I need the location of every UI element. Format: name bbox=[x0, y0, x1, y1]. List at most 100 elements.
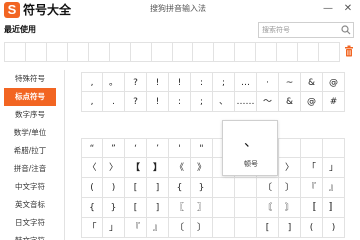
symbol-cell[interactable]: 、 bbox=[213, 92, 235, 112]
symbol-cell[interactable]: 。 bbox=[103, 72, 125, 92]
recent-slot[interactable] bbox=[214, 43, 236, 61]
symbol-cell[interactable]: 〕 bbox=[279, 178, 301, 198]
category-item-active[interactable]: 标点符号 bbox=[4, 88, 56, 106]
symbol-cell[interactable]: ) bbox=[323, 218, 345, 238]
recent-slot[interactable] bbox=[110, 43, 131, 61]
symbol-cell[interactable] bbox=[323, 138, 345, 158]
recent-slot[interactable] bbox=[26, 43, 47, 61]
symbol-cell[interactable]: { bbox=[81, 198, 103, 218]
symbol-cell[interactable]: ‘ bbox=[125, 138, 147, 158]
close-button[interactable]: ✕ bbox=[342, 3, 354, 15]
symbol-cell[interactable]: 〔 bbox=[169, 218, 191, 238]
recent-slot[interactable] bbox=[47, 43, 68, 61]
symbol-cell[interactable]: 〔 bbox=[257, 178, 279, 198]
symbol-cell[interactable]: @ bbox=[323, 72, 345, 92]
category-item[interactable]: 英文音标 bbox=[4, 196, 56, 214]
search-box[interactable] bbox=[258, 22, 354, 38]
symbol-cell[interactable]: 」 bbox=[323, 158, 345, 178]
search-input[interactable] bbox=[259, 23, 339, 37]
symbol-cell[interactable]: 《 bbox=[169, 158, 191, 178]
symbol-cell[interactable]: & bbox=[279, 92, 301, 112]
symbol-cell[interactable]: 』 bbox=[147, 218, 169, 238]
trash-icon[interactable] bbox=[344, 45, 354, 57]
symbol-cell[interactable]: ; bbox=[191, 92, 213, 112]
symbol-cell[interactable]: , bbox=[81, 92, 103, 112]
symbol-cell[interactable]: 〙 bbox=[279, 198, 301, 218]
symbol-cell[interactable] bbox=[213, 178, 235, 198]
recent-slot[interactable] bbox=[173, 43, 194, 61]
symbol-cell[interactable]: · bbox=[257, 72, 279, 92]
category-item[interactable]: 拼音/注音 bbox=[4, 160, 56, 178]
recent-slot[interactable] bbox=[89, 43, 110, 61]
symbol-cell[interactable] bbox=[235, 218, 257, 238]
symbol-cell[interactable]: { bbox=[169, 178, 191, 198]
symbol-cell[interactable]: ～ bbox=[257, 92, 279, 112]
recent-slot[interactable] bbox=[152, 43, 173, 61]
symbol-cell[interactable]: 〖 bbox=[169, 198, 191, 218]
symbol-cell[interactable]: ] bbox=[147, 198, 169, 218]
symbol-cell[interactable]: ” bbox=[103, 138, 125, 158]
symbol-cell[interactable]: … bbox=[235, 72, 257, 92]
symbol-cell[interactable]: ! bbox=[147, 72, 169, 92]
symbol-cell[interactable]: 〕 bbox=[191, 218, 213, 238]
symbol-cell[interactable] bbox=[301, 138, 323, 158]
symbol-cell[interactable]: ( bbox=[301, 218, 323, 238]
symbol-cell[interactable]: ~ bbox=[279, 72, 301, 92]
symbol-cell[interactable]: ? bbox=[125, 92, 147, 112]
symbol-cell[interactable]: 〉 bbox=[103, 158, 125, 178]
category-item[interactable]: 数字序号 bbox=[4, 106, 56, 124]
symbol-cell[interactable]: ( bbox=[81, 178, 103, 198]
symbol-cell[interactable]: 〘 bbox=[257, 198, 279, 218]
symbol-cell[interactable]: 〉 bbox=[279, 158, 301, 178]
symbol-cell[interactable]: } bbox=[191, 178, 213, 198]
symbol-cell[interactable]: [ bbox=[125, 178, 147, 198]
symbol-cell[interactable]: 》 bbox=[191, 158, 213, 178]
symbol-cell[interactable]: 〗 bbox=[191, 198, 213, 218]
symbol-cell[interactable]: 」 bbox=[103, 218, 125, 238]
symbol-cell[interactable]: 『 bbox=[301, 178, 323, 198]
recent-slot[interactable] bbox=[298, 43, 320, 61]
recent-slot[interactable] bbox=[319, 43, 340, 61]
category-item[interactable]: 日文字符 bbox=[4, 214, 56, 232]
symbol-cell[interactable] bbox=[235, 198, 257, 218]
symbol-cell[interactable]: ] bbox=[279, 218, 301, 238]
search-icon[interactable] bbox=[341, 25, 351, 35]
category-item[interactable]: 特殊符号 bbox=[4, 70, 56, 88]
recent-slot[interactable] bbox=[131, 43, 152, 61]
symbol-cell[interactable]: ] bbox=[147, 178, 169, 198]
symbol-cell[interactable]: ; bbox=[213, 72, 235, 92]
symbol-cell[interactable]: 「 bbox=[301, 158, 323, 178]
recent-slot[interactable] bbox=[68, 43, 89, 61]
symbol-cell[interactable]: & bbox=[301, 72, 323, 92]
symbol-cell[interactable]: …… bbox=[235, 92, 257, 112]
symbol-cell[interactable]: “ bbox=[81, 138, 103, 158]
symbol-cell[interactable]: ! bbox=[147, 92, 169, 112]
recent-slot[interactable] bbox=[277, 43, 299, 61]
category-item[interactable]: 希腊/拉丁 bbox=[4, 142, 56, 160]
symbol-cell[interactable]: 】 bbox=[147, 158, 169, 178]
symbol-cell[interactable]: : bbox=[191, 72, 213, 92]
recent-slot[interactable] bbox=[193, 43, 215, 61]
symbol-cell[interactable]: ) bbox=[103, 178, 125, 198]
minimize-button[interactable]: — bbox=[322, 3, 334, 15]
symbol-cell[interactable]: 〛 bbox=[323, 198, 345, 218]
symbol-cell[interactable]: ' bbox=[169, 138, 191, 158]
symbol-cell[interactable] bbox=[213, 198, 235, 218]
symbol-cell[interactable]: . bbox=[103, 92, 125, 112]
symbol-cell[interactable] bbox=[235, 178, 257, 198]
symbol-cell[interactable]: [ bbox=[125, 198, 147, 218]
symbol-cell[interactable]: 〈 bbox=[81, 158, 103, 178]
symbol-cell[interactable]: ’ bbox=[147, 138, 169, 158]
recent-slot[interactable] bbox=[4, 43, 26, 61]
symbol-cell[interactable]: } bbox=[103, 198, 125, 218]
symbol-cell[interactable]: : bbox=[169, 92, 191, 112]
category-item[interactable]: 韩文字符 bbox=[4, 232, 56, 240]
symbol-cell[interactable]: # bbox=[323, 92, 345, 112]
symbol-cell[interactable]: [ bbox=[257, 218, 279, 238]
symbol-cell[interactable]: 『 bbox=[125, 218, 147, 238]
symbol-cell[interactable]: ? bbox=[125, 72, 147, 92]
recent-slot[interactable] bbox=[256, 43, 278, 61]
symbol-cell[interactable]: @ bbox=[301, 92, 323, 112]
recent-slot[interactable] bbox=[235, 43, 257, 61]
symbol-cell[interactable]: , bbox=[81, 72, 103, 92]
